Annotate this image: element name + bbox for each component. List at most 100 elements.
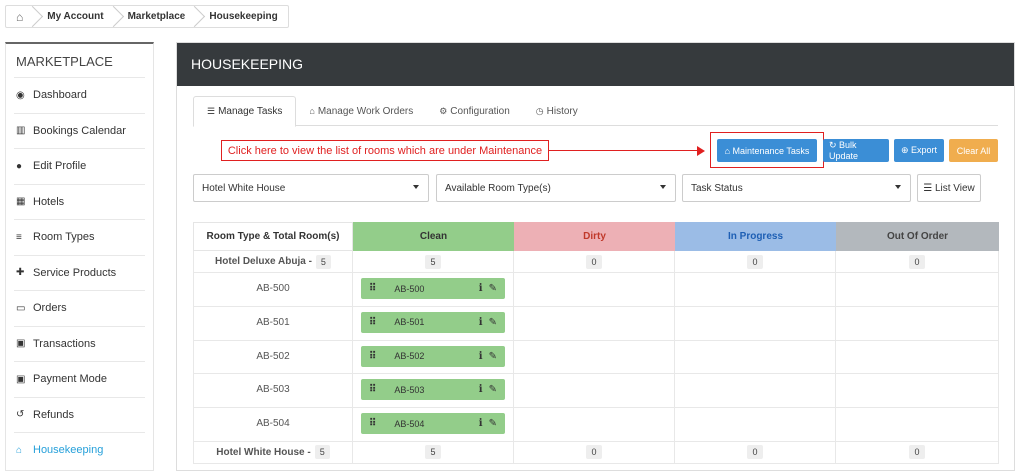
annotation-arrow-icon <box>697 146 705 156</box>
breadcrumb-housekeeping: Housekeeping <box>209 11 278 22</box>
table-group-row: Hotel White House -5 5 0 0 0 <box>193 441 999 464</box>
table-group-row: Hotel Deluxe Abuja -5 5 0 0 0 <box>193 251 999 273</box>
pencil-icon[interactable]: ✎ <box>489 283 497 294</box>
drag-handle-icon[interactable]: ⠿ <box>369 418 376 429</box>
out-of-order-count: 0 <box>909 254 925 269</box>
dirty-count: 0 <box>586 445 602 460</box>
pencil-icon[interactable]: ✎ <box>489 317 497 328</box>
home-icon: ⌂ <box>16 9 24 24</box>
room-label: AB-502 <box>256 350 290 362</box>
info-icon[interactable]: i <box>479 418 483 429</box>
bed-icon: ≡ <box>16 231 22 243</box>
building-icon: ▦ <box>16 196 26 208</box>
annotation-callout: Click here to view the list of rooms whi… <box>221 140 549 161</box>
task-status-select[interactable]: Task Status <box>682 174 911 202</box>
housekeeping-panel: HOUSEKEEPING ☰ Manage Tasks ⌂ Manage Work … <box>176 42 1015 471</box>
undo-icon: ↺ <box>16 409 25 421</box>
sidebar-item-transactions[interactable]: ▣ Transactions <box>14 325 145 362</box>
pencil-icon[interactable]: ✎ <box>489 351 497 362</box>
room-label: AB-503 <box>256 384 290 396</box>
breadcrumb: ⌂ My Account Marketplace Housekeeping <box>5 5 289 28</box>
sidebar-item-room-types[interactable]: ≡ Room Types <box>14 219 145 255</box>
bulk-update-button[interactable]: ↻ Bulk Update <box>823 139 889 162</box>
group-total-badge: 5 <box>314 445 330 460</box>
page-title: HOUSEKEEPING <box>177 43 1014 86</box>
info-icon[interactable]: i <box>479 283 483 294</box>
tab-bar: ☰ Manage Tasks ⌂ Manage Work Orders ⚙ Confi… <box>193 96 998 127</box>
header-clean: Clean <box>353 222 514 251</box>
maintenance-tasks-button[interactable]: ⌂ Maintenance Tasks <box>717 139 817 162</box>
pencil-icon[interactable]: ✎ <box>489 384 497 395</box>
sidebar-item-housekeeping[interactable]: ⌂ Housekeeping <box>14 432 145 468</box>
clean-count: 5 <box>425 445 441 460</box>
sidebar-title: MARKETPLACE <box>16 54 113 69</box>
housekeeping-table: Room Type & Total Room(s) Clean Dirty In… <box>193 222 999 464</box>
room-chip[interactable]: ⠿ AB-504 i ✎ <box>361 413 505 435</box>
room-chip[interactable]: ⠿ AB-503 i ✎ <box>361 379 505 401</box>
group-total-badge: 5 <box>315 254 331 269</box>
in-progress-count: 0 <box>747 254 763 269</box>
tab-configuration[interactable]: ⚙ Configuration <box>426 96 523 126</box>
out-of-order-count: 0 <box>909 445 925 460</box>
clear-all-button[interactable]: Clear All <box>949 139 998 162</box>
table-row: AB-504 ⠿ AB-504 i ✎ <box>193 408 999 442</box>
clean-count: 5 <box>425 254 441 269</box>
user-icon: ● <box>16 160 23 172</box>
group-name: Hotel Deluxe Abuja - <box>215 256 312 267</box>
info-icon[interactable]: i <box>479 384 483 395</box>
header-out-of-order: Out Of Order <box>836 222 999 251</box>
in-progress-count: 0 <box>747 445 763 460</box>
sidebar-item-service-products[interactable]: ✚ Service Products <box>14 254 145 291</box>
money-icon: ▣ <box>16 338 26 350</box>
sidebar-item-bookings-calendar[interactable]: ▥ Bookings Calendar <box>14 112 145 149</box>
caret-down-icon <box>413 185 419 189</box>
sidebar-item-hotels[interactable]: ▦ Hotels <box>14 183 145 220</box>
header-room-type: Room Type & Total Room(s) <box>193 222 353 251</box>
tab-history[interactable]: ◷ History <box>523 96 591 126</box>
caret-down-icon <box>660 185 666 189</box>
drag-handle-icon[interactable]: ⠿ <box>369 283 376 294</box>
tab-manage-tasks[interactable]: ☰ Manage Tasks <box>193 96 297 127</box>
gears-icon: ⚙ <box>439 105 448 116</box>
table-row: AB-501 ⠿ AB-501 i ✎ <box>193 306 999 341</box>
room-label: AB-500 <box>256 283 290 294</box>
breadcrumb-home[interactable]: ⌂ <box>6 6 33 27</box>
room-label: AB-501 <box>256 316 290 328</box>
bar-chart-icon: ▥ <box>16 125 26 137</box>
sidebar-item-edit-profile[interactable]: ● Edit Profile <box>14 148 145 184</box>
table-row: AB-500 ⠿ AB-500 i ✎ <box>193 273 999 307</box>
pencil-icon[interactable]: ✎ <box>489 418 497 429</box>
tab-manage-work-orders[interactable]: ⌂ Manage Work Orders <box>296 96 426 126</box>
drag-handle-icon[interactable]: ⠿ <box>369 351 376 362</box>
sidebar-item-orders[interactable]: ▭ Orders <box>14 290 145 326</box>
table-header-row: Room Type & Total Room(s) Clean Dirty In… <box>193 222 999 251</box>
header-dirty: Dirty <box>514 222 675 251</box>
list-view-button[interactable]: ☰ List View <box>917 174 981 202</box>
info-icon[interactable]: i <box>479 317 483 328</box>
dashboard-icon: ◉ <box>16 89 25 101</box>
room-label: AB-504 <box>256 418 290 430</box>
room-chip[interactable]: ⠿ AB-502 i ✎ <box>361 345 505 367</box>
drag-handle-icon[interactable]: ⠿ <box>369 384 376 395</box>
group-name: Hotel White House - <box>216 446 311 458</box>
clock-icon: ◷ <box>535 105 544 116</box>
info-icon[interactable]: i <box>479 351 483 362</box>
sidebar: MARKETPLACE ◉ Dashboard ▥ Bookings Calenda… <box>5 42 154 471</box>
credit-card-icon: ▭ <box>16 302 26 314</box>
export-button[interactable]: ⊕ Export <box>894 139 944 162</box>
table-row: AB-502 ⠿ AB-502 i ✎ <box>193 340 999 375</box>
breadcrumb-my-account[interactable]: My Account <box>33 6 113 27</box>
breadcrumb-marketplace[interactable]: Marketplace <box>114 6 196 27</box>
sidebar-item-refunds[interactable]: ↺ Refunds <box>14 396 145 433</box>
drag-handle-icon[interactable]: ⠿ <box>369 317 376 328</box>
room-chip[interactable]: ⠿ AB-500 i ✎ <box>361 278 505 299</box>
sidebar-item-dashboard[interactable]: ◉ Dashboard <box>14 77 145 113</box>
room-chip[interactable]: ⠿ AB-501 i ✎ <box>361 311 505 333</box>
room-type-select[interactable]: Available Room Type(s) <box>436 174 676 202</box>
hotel-select[interactable]: Hotel White House <box>193 174 429 202</box>
list-icon: ☰ <box>207 106 216 116</box>
money-icon: ▣ <box>16 373 26 385</box>
home-icon: ⌂ <box>16 444 23 456</box>
sidebar-item-payment-mode[interactable]: ▣ Payment Mode <box>14 361 145 397</box>
table-row: AB-503 ⠿ AB-503 i ✎ <box>193 374 999 409</box>
